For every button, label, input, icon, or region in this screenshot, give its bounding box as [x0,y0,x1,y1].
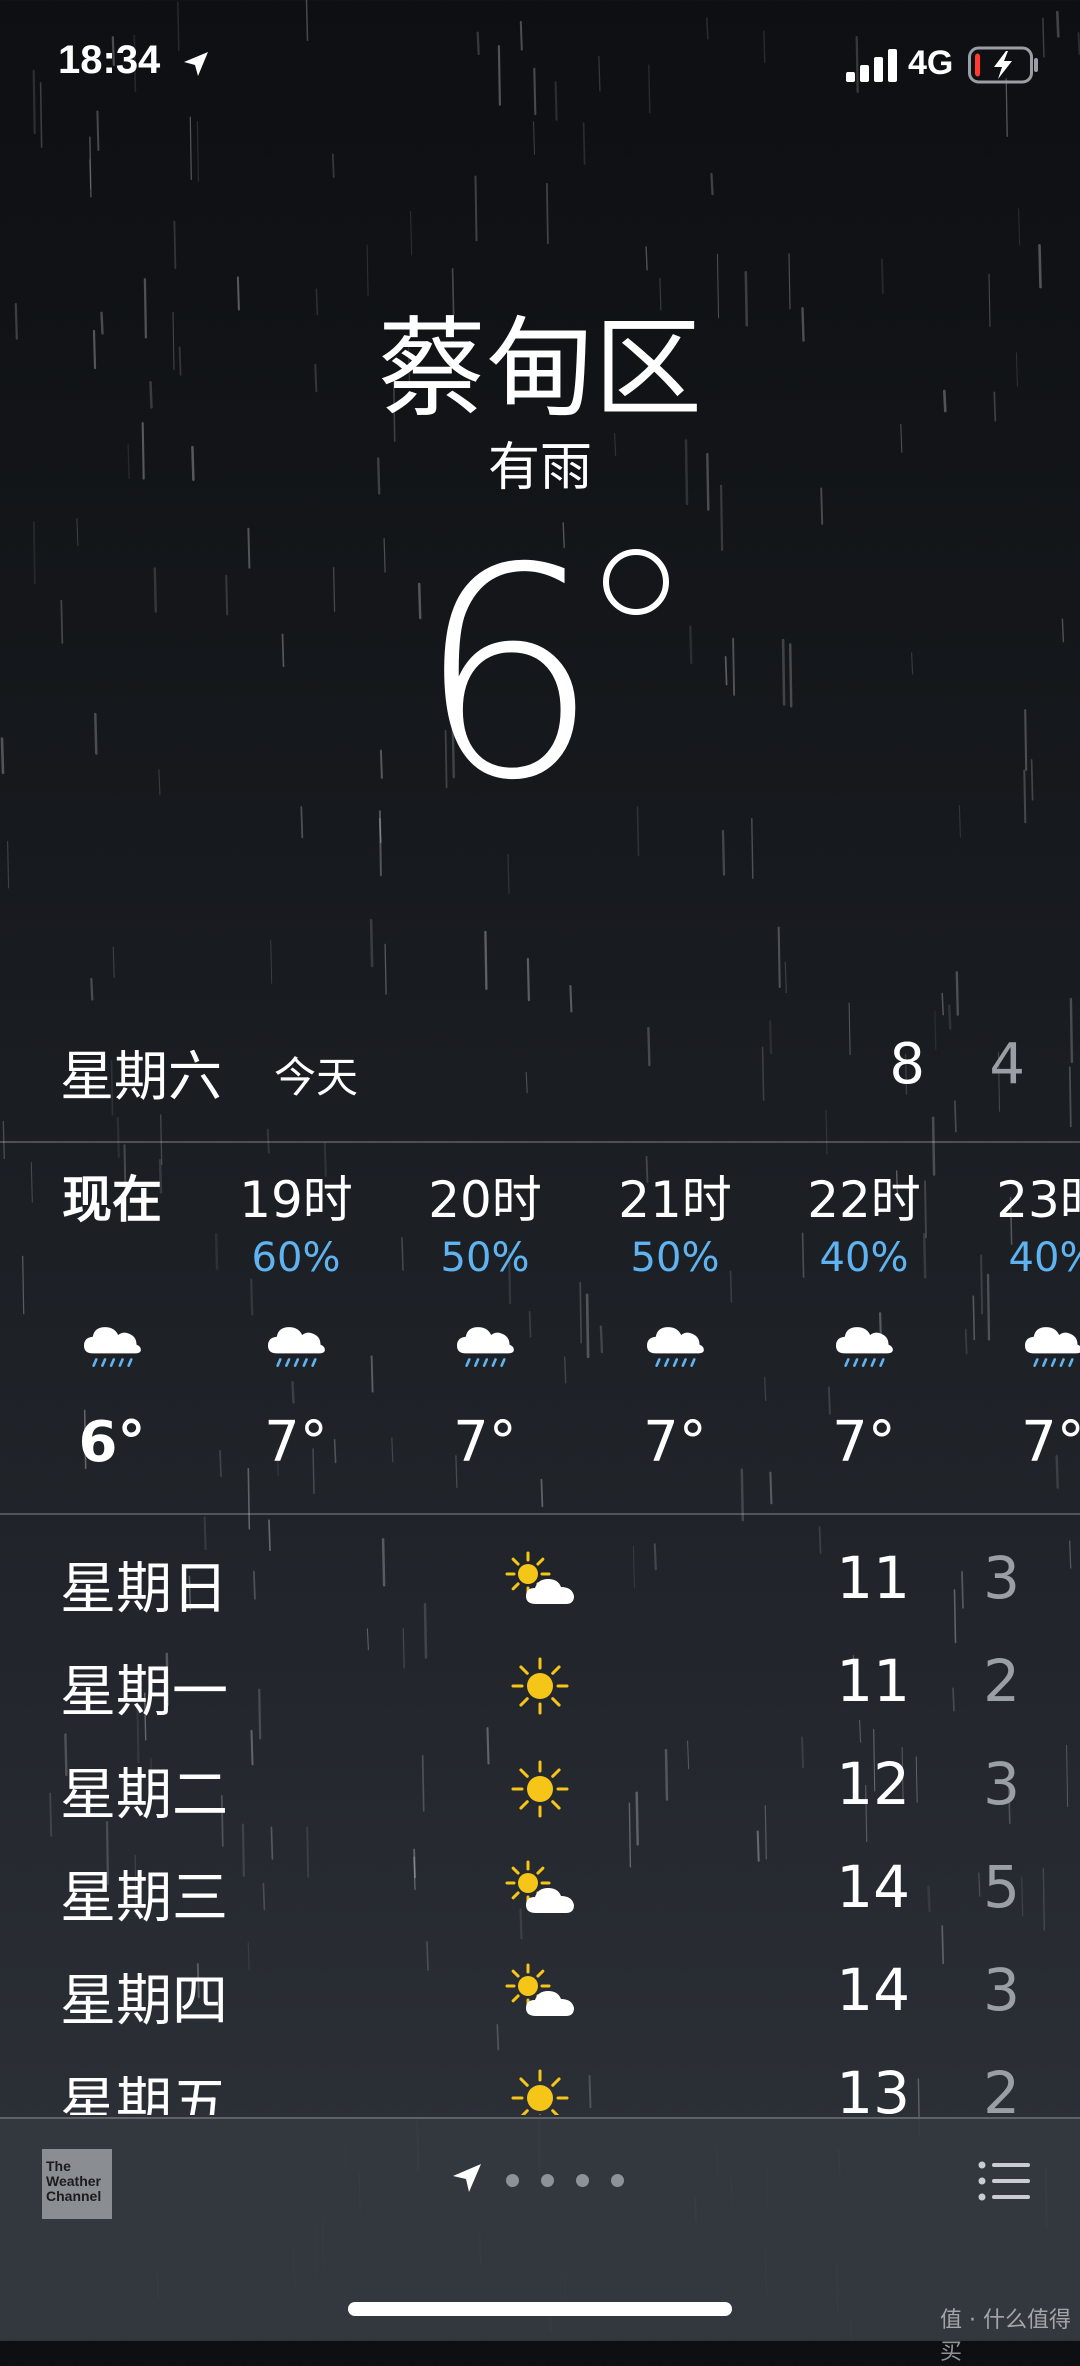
hourly-item: 23时 40% 7° [978,1160,1080,1478]
page-dot[interactable] [506,2174,519,2187]
day-low: 2 [983,1647,1020,1715]
current-temperature: 6 [416,520,669,800]
today-label: 今天 [274,1053,359,1102]
hour-temperature: 7° [453,1410,517,1475]
daily-row: 星期一 11 2 [0,1633,1080,1733]
rain-cloud-icon [84,1327,141,1367]
hour-label: 现在 [62,1171,162,1229]
daily-row: 星期五 13 2 [0,2045,1080,2115]
rain-cloud-icon [457,1327,514,1367]
location-page-icon[interactable] [450,2161,484,2195]
status-bar: 18:34 4G [0,0,1080,130]
logo-line: Channel [46,2188,102,2204]
day-name: 星期三 [60,1866,228,1931]
page-dot[interactable] [576,2174,589,2187]
precip-chance: 40% [1008,1235,1080,1281]
degree-symbol [603,549,669,615]
day-name: 星期一 [60,1660,228,1725]
day-low: 3 [983,1956,1020,2024]
hour-temperature: 7° [643,1410,707,1475]
day-high: 11 [836,1544,910,1612]
today-low: 4 [989,1032,1025,1097]
day-high: 14 [836,1956,910,2024]
day-name: 星期四 [60,1969,228,2034]
day-low: 3 [983,1544,1020,1612]
daily-forecast-list[interactable]: 星期日 11 3 星期一 11 2 星期二 12 3 星期三 14 5 星期四 14 3 星期五 13 2 [0,1530,1080,2115]
hour-temperature: 7° [1021,1410,1080,1475]
location-arrow-icon [184,52,208,76]
day-name: 星期日 [60,1557,228,1622]
hour-label: 23时 [996,1171,1080,1229]
network-type: 4G [908,44,954,82]
page-dot[interactable] [541,2174,554,2187]
partly-cloudy-icon [505,1860,574,1913]
hourly-forecast-strip[interactable]: 现在 6° 19时 60% 7° 20时 50% 7° 21时 50% 7° 22时 40% 7° 23时 4… [0,1160,1080,1520]
sun-icon [511,1760,569,1818]
day-low: 2 [983,2059,1020,2115]
hour-temperature: 6° [78,1410,146,1475]
day-high: 11 [836,1647,910,1715]
weather-channel-logo[interactable]: The Weather Channel [42,2149,112,2219]
rain-cloud-icon [1025,1327,1080,1367]
precip-chance: 60% [251,1235,341,1281]
today-summary-row: 星期六 今天 8 4 [0,1020,1080,1120]
day-low: 3 [983,1750,1020,1818]
current-temperature-value: 6 [416,520,601,800]
daily-row: 星期三 14 5 [0,1839,1080,1939]
daily-row: 星期日 11 3 [0,1530,1080,1630]
hour-label: 19时 [239,1171,353,1229]
precip-chance: 50% [630,1235,720,1281]
day-high: 14 [836,1853,910,1921]
today-high: 8 [889,1032,925,1097]
page-indicator[interactable] [450,2161,650,2201]
hourly-item: 21时 50% 7° [600,1160,750,1478]
city-name: 蔡甸区 [377,307,702,432]
logo-line: Weather [46,2173,101,2189]
day-low: 5 [983,1853,1020,1921]
hour-label: 20时 [428,1171,542,1229]
day-high: 13 [836,2059,910,2115]
day-name: 星期二 [60,1763,228,1828]
precip-chance: 50% [440,1235,530,1281]
hour-label: 21时 [618,1171,732,1229]
home-indicator[interactable] [348,2302,732,2316]
sun-icon [511,1657,569,1715]
watermark-text: 值 · 什么值得买 [940,2308,1071,2365]
rain-cloud-icon [836,1327,893,1367]
partly-cloudy-icon [505,1551,574,1604]
sun-icon [511,2069,569,2115]
hourly-item: 19时 60% 7° [221,1160,371,1478]
day-name: 星期五 [60,2072,228,2115]
logo-line: The [46,2158,71,2174]
precip-chance [37,1238,187,1278]
list-icon[interactable] [978,2159,1032,2203]
daily-row: 星期二 12 3 [0,1736,1080,1836]
status-time: 18:34 [58,38,161,82]
divider-middle [0,1513,1080,1515]
partly-cloudy-icon [505,1963,574,2016]
precip-chance: 40% [819,1235,909,1281]
cellular-signal-icon [846,49,897,82]
rain-cloud-icon [647,1327,704,1367]
divider-top [0,1141,1080,1143]
hourly-item: 现在 6° [37,1160,187,1478]
rain-cloud-icon [268,1327,325,1367]
hourly-item: 20时 50% 7° [410,1160,560,1478]
hour-temperature: 7° [264,1410,328,1475]
hour-label: 22时 [807,1171,921,1229]
hourly-item: 22时 40% 7° [789,1160,939,1478]
page-dot[interactable] [611,2174,624,2187]
today-day: 星期六 [60,1045,222,1108]
daily-row: 星期四 14 3 [0,1942,1080,2042]
day-high: 12 [836,1750,910,1818]
hour-temperature: 7° [832,1410,896,1475]
battery-charging-icon [968,46,1038,84]
weather-condition: 有雨 [487,438,592,498]
